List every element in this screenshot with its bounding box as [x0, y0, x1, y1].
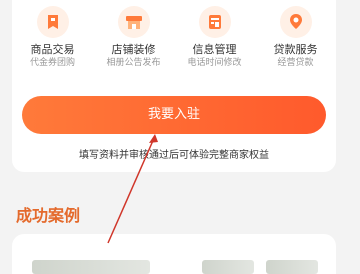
storefront-icon — [117, 6, 150, 38]
services-grid: 商品交易 代金券团购 店铺装修 相册公告发布 信息管理 电话时间修改 贷款服务 … — [12, 6, 336, 78]
service-info-management[interactable]: 信息管理 电话时间修改 — [176, 6, 254, 78]
join-tip: 填写资料并审核通过后可体验完整商家权益 — [79, 150, 269, 161]
success-cases-card[interactable] — [12, 234, 336, 274]
service-store-decoration[interactable]: 店铺装修 相册公告发布 — [95, 6, 173, 78]
location-pin-icon — [279, 6, 312, 38]
form-icon — [198, 6, 231, 38]
join-button[interactable]: 我要入驻 — [22, 96, 326, 134]
service-subtitle: 经营贷款 — [277, 58, 314, 68]
service-title: 贷款服务 — [273, 43, 318, 56]
service-subtitle: 相册公告发布 — [106, 58, 161, 68]
success-cases-title: 成功案例 — [16, 206, 81, 225]
service-subtitle: 电话时间修改 — [187, 58, 242, 68]
case-thumbnail[interactable] — [202, 260, 254, 274]
merchant-services-card: 商品交易 代金券团购 店铺装修 相册公告发布 信息管理 电话时间修改 贷款服务 … — [12, 0, 336, 172]
case-thumbnail[interactable] — [32, 260, 150, 274]
service-goods-trading[interactable]: 商品交易 代金券团购 — [14, 6, 92, 78]
service-loan[interactable]: 贷款服务 经营贷款 — [257, 6, 335, 78]
service-title: 商品交易 — [30, 43, 75, 56]
service-title: 店铺装修 — [111, 43, 156, 56]
service-subtitle: 代金券团购 — [29, 58, 75, 68]
service-title: 信息管理 — [192, 43, 237, 56]
tag-icon — [36, 6, 69, 38]
case-thumbnail[interactable] — [266, 260, 318, 274]
